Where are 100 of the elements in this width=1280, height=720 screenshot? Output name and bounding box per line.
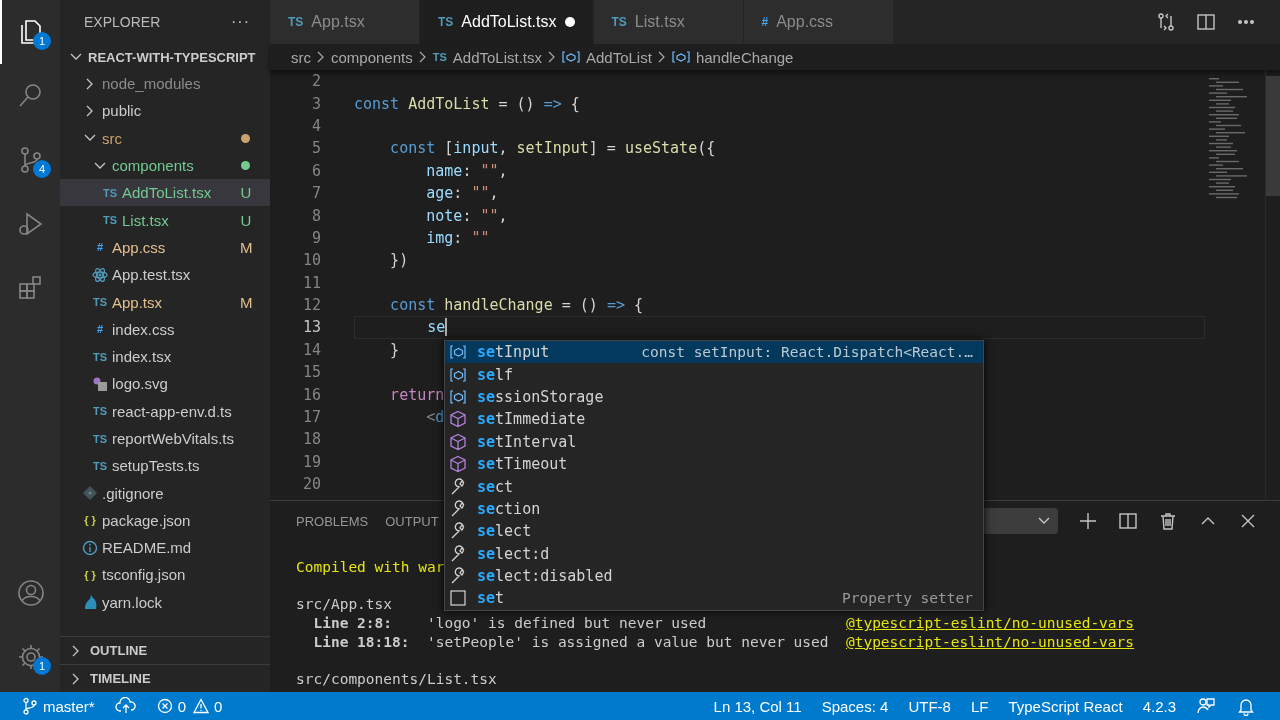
wrench-icon bbox=[449, 544, 467, 563]
file-item[interactable]: TS App.tsx M bbox=[60, 288, 270, 316]
status-item[interactable]: Ln 13, Col 11 bbox=[703, 697, 812, 715]
file-item[interactable]: README.md bbox=[60, 534, 270, 562]
file-item[interactable]: TS reportWebVitals.ts bbox=[60, 424, 270, 453]
editor-tab[interactable]: TS App.tsx bbox=[270, 0, 420, 44]
suggestion-item[interactable]: select bbox=[445, 520, 983, 543]
file-item[interactable]: yarn.lock bbox=[60, 588, 270, 616]
panel-tab[interactable]: OUTPUT bbox=[385, 513, 439, 529]
folder-item[interactable]: src bbox=[60, 124, 270, 152]
file-item[interactable]: .gitignore bbox=[60, 479, 270, 507]
ts-file-icon: TS bbox=[288, 15, 304, 29]
plus-icon[interactable] bbox=[1078, 511, 1098, 531]
split-panel-icon[interactable] bbox=[1118, 511, 1138, 531]
status-item[interactable]: UTF-8 bbox=[898, 697, 961, 715]
react-atom-icon bbox=[92, 266, 108, 283]
braces-icon: { } bbox=[84, 569, 96, 581]
file-item[interactable]: TS AddToList.tsx U bbox=[60, 179, 270, 207]
line-number: 6 bbox=[310, 161, 321, 180]
code-line: se bbox=[426, 318, 446, 337]
code-line: const [input, setInput] = useState({ bbox=[389, 139, 716, 158]
status-item[interactable]: LF bbox=[960, 697, 999, 715]
file-item[interactable]: TS List.tsx U bbox=[60, 206, 270, 234]
file-item[interactable]: TS index.tsx bbox=[60, 342, 270, 371]
suggestion-item[interactable]: section bbox=[445, 497, 983, 521]
variable-icon bbox=[449, 365, 467, 384]
breadcrumb-item[interactable]: TS AddToList.tsx bbox=[432, 48, 542, 66]
file-item[interactable]: logo.svg bbox=[60, 370, 270, 398]
problems-button[interactable]: 0 0 bbox=[146, 697, 235, 715]
info-icon bbox=[82, 539, 98, 556]
suggestion-item[interactable]: setInterval bbox=[445, 430, 983, 453]
code-line: <d bbox=[425, 408, 445, 427]
hash-icon: # bbox=[96, 241, 104, 254]
file-item[interactable]: TS setupTests.ts bbox=[60, 452, 270, 480]
status-item[interactable]: 4.2.3 bbox=[1132, 697, 1186, 715]
line-number: 14 bbox=[301, 340, 321, 359]
settings-button[interactable]: 1 bbox=[0, 625, 60, 689]
breadcrumb-separator-icon bbox=[547, 49, 557, 65]
warning-location: Line 2:8: bbox=[312, 614, 394, 633]
line-number: 16 bbox=[301, 385, 321, 404]
file-item[interactable]: { } tsconfig.json bbox=[60, 561, 270, 589]
folder-item[interactable]: node_modules bbox=[60, 70, 270, 98]
warning-message: 'logo' is defined but never used bbox=[426, 614, 708, 633]
branch-button[interactable]: master* bbox=[12, 697, 105, 715]
breadcrumb-item[interactable]: AddToList bbox=[562, 48, 652, 66]
more-actions-button[interactable]: ··· bbox=[231, 13, 250, 31]
breadcrumb-item[interactable]: handleChange bbox=[671, 48, 794, 66]
cloud-upload-icon[interactable] bbox=[114, 697, 137, 715]
scrollbar-thumb[interactable] bbox=[1266, 76, 1280, 196]
feedback-icon[interactable] bbox=[1196, 696, 1216, 716]
editor-tab[interactable]: TS List.tsx bbox=[593, 0, 744, 44]
ts-file-icon: TS bbox=[92, 296, 108, 308]
suggestion-item[interactable]: select:disabled bbox=[445, 564, 983, 588]
hash-icon: # bbox=[761, 15, 769, 29]
suggestion-item[interactable]: setInput const setInput: React.Dispatch<React.… bbox=[445, 341, 983, 364]
code-line: } bbox=[389, 340, 400, 359]
rule-link[interactable]: @typescript-eslint/no-unused-vars bbox=[845, 614, 1135, 633]
rule-link[interactable]: @typescript-eslint/no-unused-vars bbox=[845, 632, 1135, 652]
wrench-icon bbox=[449, 499, 467, 518]
file-item[interactable]: TS react-app-env.d.ts bbox=[60, 397, 270, 425]
section-header[interactable]: OUTLINE bbox=[60, 636, 270, 664]
breadcrumb-separator-icon bbox=[417, 49, 428, 65]
split-editor-icon[interactable] bbox=[1196, 12, 1216, 32]
file-item[interactable]: { } package.json bbox=[60, 506, 270, 535]
breadcrumb-item[interactable]: components bbox=[331, 48, 413, 66]
code-line: const handleChange = () => { bbox=[389, 296, 643, 315]
suggestion-item[interactable]: setImmediate bbox=[445, 408, 983, 431]
suggestion-item[interactable]: set Property setter bbox=[445, 587, 983, 610]
status-item[interactable]: TypeScript React bbox=[998, 697, 1133, 715]
panel-tab[interactable]: PROBLEMS bbox=[296, 513, 369, 529]
editor-tab[interactable]: TS AddToList.tsx bbox=[420, 0, 594, 44]
editor-tab[interactable]: # App.css bbox=[743, 0, 894, 44]
account-icon bbox=[16, 578, 46, 608]
explorer-title: EXPLORER bbox=[84, 14, 161, 30]
suggestion-item[interactable]: setTimeout bbox=[445, 452, 983, 476]
suggestion-item[interactable]: self bbox=[445, 363, 983, 386]
line-number: 8 bbox=[310, 206, 321, 225]
suggestion-item[interactable]: select:d bbox=[445, 542, 983, 565]
cube-icon bbox=[449, 432, 467, 451]
breadcrumb-item[interactable]: src bbox=[291, 48, 311, 66]
compare-changes-icon[interactable] bbox=[1156, 12, 1176, 32]
ts-file-icon: TS bbox=[92, 405, 108, 418]
bell-icon[interactable] bbox=[1236, 696, 1256, 716]
trash-icon[interactable] bbox=[1158, 511, 1178, 531]
folder-header[interactable]: REACT-WITH-TYPESCRIPT bbox=[60, 44, 270, 70]
cube-icon bbox=[449, 410, 467, 429]
file-item[interactable]: App.test.tsx bbox=[60, 261, 270, 289]
folder-item[interactable]: components bbox=[60, 151, 270, 180]
file-item[interactable]: # App.css M bbox=[60, 233, 270, 262]
git-status: M bbox=[240, 293, 252, 311]
line-number: 9 bbox=[310, 228, 321, 247]
suggestion-item[interactable]: sessionStorage bbox=[445, 385, 983, 409]
status-item[interactable]: Spaces: 4 bbox=[811, 697, 899, 715]
source-control-button[interactable]: 4 bbox=[0, 128, 60, 192]
suggestion-item[interactable]: sect bbox=[445, 475, 983, 498]
folder-item[interactable]: public bbox=[60, 97, 270, 125]
line-number: 2 bbox=[310, 72, 321, 91]
file-item[interactable]: # index.css bbox=[60, 315, 270, 343]
line-number: 18 bbox=[301, 430, 321, 449]
cube-icon bbox=[449, 455, 467, 474]
